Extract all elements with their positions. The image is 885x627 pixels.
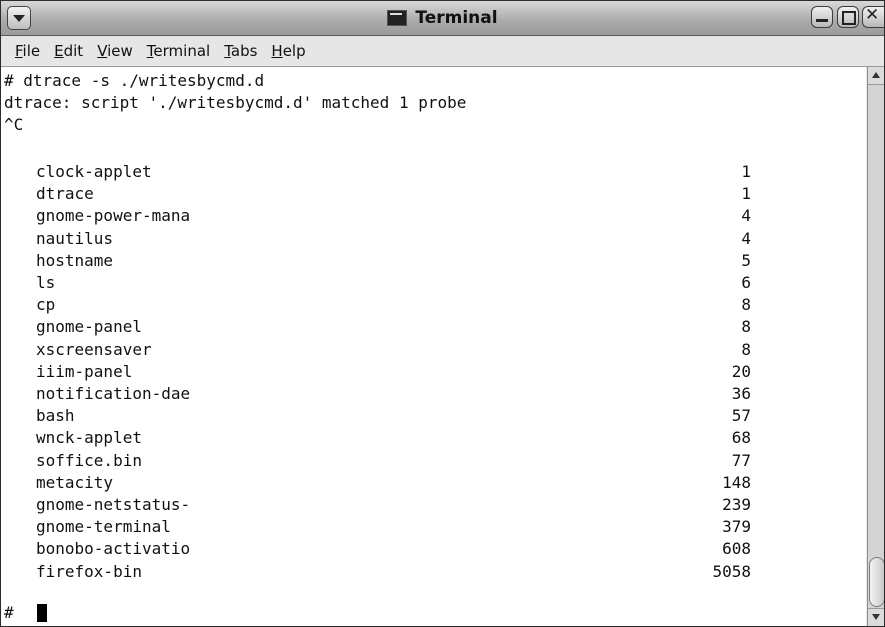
scroll-down-button[interactable] [868,608,884,626]
write-count: 68 [731,428,751,448]
process-name: cp [36,295,56,315]
write-count: 239 [722,495,751,514]
write-count: 6 [741,273,751,292]
write-count: 5058 [712,561,751,581]
process-name: dtrace [36,184,94,204]
terminal-window: Terminal ✕ File Edit View Terminal Tabs … [0,0,885,627]
menu-tabs[interactable]: Tabs [217,42,264,60]
interrupt-line: ^C [4,115,24,134]
write-count: 77 [731,450,751,470]
shell-prompt: # [4,603,14,622]
menu-help[interactable]: Help [264,42,312,60]
close-icon: ✕ [865,5,880,25]
write-count: 5 [741,250,751,270]
window-title: Terminal [415,8,498,28]
menu-view[interactable]: View [90,42,140,60]
write-count: 1 [741,184,751,204]
process-name: xscreensaver [36,339,152,359]
write-count: 608 [722,539,751,559]
title-bar: Terminal ✕ [1,1,884,36]
process-name: bonobo-activatio [36,539,191,559]
write-count: 8 [741,295,751,315]
write-count: 8 [741,317,751,337]
menu-edit[interactable]: Edit [47,42,90,60]
close-button[interactable]: ✕ [862,5,884,28]
process-name: gnome-panel [36,317,142,337]
menu-terminal[interactable]: Terminal [140,42,217,60]
process-name: gnome-power-mana [36,206,191,226]
menu-bar: File Edit View Terminal Tabs Help [1,36,884,67]
text-cursor [37,604,47,622]
arrow-down-icon [872,614,880,620]
write-count: 20 [731,361,751,381]
write-count: 8 [741,339,751,359]
terminal-icon [387,10,408,26]
process-name: gnome-terminal [36,517,171,537]
process-name: soffice.bin [36,450,142,470]
process-name: hostname [36,250,114,270]
process-name: wnck-applet [36,428,142,448]
arrow-up-icon [872,72,880,78]
write-count: 1 [741,162,751,181]
process-name: gnome-netstatus- [36,495,191,514]
command-line: # dtrace -s ./writesbycmd.d [4,71,265,90]
scroll-up-button[interactable] [868,67,884,85]
process-name: bash [36,406,75,426]
process-name: nautilus [36,228,114,248]
title-group: Terminal [1,1,884,35]
process-name: iiim-panel [36,361,133,381]
minimize-button[interactable] [811,6,833,28]
scrollbar-thumb[interactable] [869,557,884,607]
process-name: firefox-bin [36,561,142,581]
write-count: 57 [731,406,751,426]
output-line: dtrace: script './writesbycmd.d' matched… [4,93,467,112]
process-name: ls [36,273,56,292]
maximize-button[interactable] [837,6,859,28]
process-name: metacity [36,472,114,492]
write-count: 379 [722,517,751,537]
process-name: notification-dae [36,384,191,403]
minimize-icon [816,19,828,22]
write-count: 4 [741,228,751,248]
menu-file[interactable]: File [1,42,47,60]
write-count: 148 [722,472,751,492]
vertical-scrollbar[interactable] [867,67,884,626]
maximize-icon [842,11,856,25]
process-name: clock-applet [36,162,152,181]
write-count: 36 [731,384,751,403]
terminal-output[interactable]: # dtrace -s ./writesbycmd.d dtrace: scri… [1,67,866,626]
write-count: 4 [741,206,751,226]
